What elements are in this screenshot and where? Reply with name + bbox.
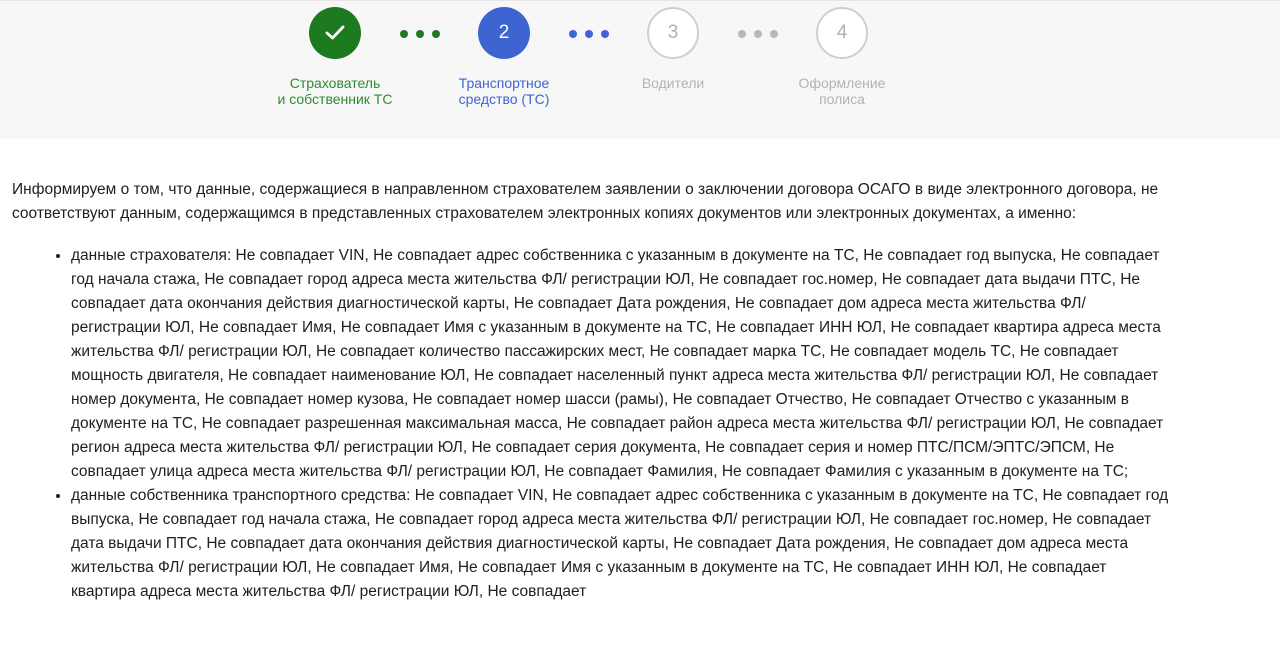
step-circle-3: 3 xyxy=(647,7,699,59)
stepper: Страхователь и собственник ТС 2 Транспор… xyxy=(0,0,1280,139)
step-label-3: Водители xyxy=(641,75,705,91)
step-label-4: Оформление полиса xyxy=(798,75,886,107)
mismatch-notice: Информируем о том, что данные, содержащи… xyxy=(12,178,1172,604)
step-circle-4: 4 xyxy=(816,7,868,59)
step-drivers[interactable]: 3 Водители xyxy=(588,7,758,127)
page: Страхователь и собственник ТС 2 Транспор… xyxy=(0,0,1280,669)
step-circle-1 xyxy=(309,7,361,59)
step-policy[interactable]: 4 Оформление полиса xyxy=(757,7,927,127)
mismatch-item-policyholder: данные страхователя: Не совпадает VIN, Н… xyxy=(71,244,1172,484)
connector-dot xyxy=(738,30,746,38)
step-label-1: Страхователь и собственник ТС xyxy=(277,75,393,107)
step-label-2: Транспортное средство (ТС) xyxy=(458,75,550,107)
step-vehicle[interactable]: 2 Транспортное средство (ТС) xyxy=(419,7,589,127)
connector-dot xyxy=(400,30,408,38)
connector-dot xyxy=(569,30,577,38)
checkmark-icon xyxy=(325,25,345,40)
mismatch-item-owner: данные собственника транспортного средст… xyxy=(71,484,1172,604)
step-circle-2: 2 xyxy=(478,7,530,59)
notice-intro: Информируем о том, что данные, содержащи… xyxy=(12,181,1159,222)
step-policyholder[interactable]: Страхователь и собственник ТС xyxy=(250,7,420,127)
mismatch-list: данные страхователя: Не совпадает VIN, Н… xyxy=(12,244,1172,604)
